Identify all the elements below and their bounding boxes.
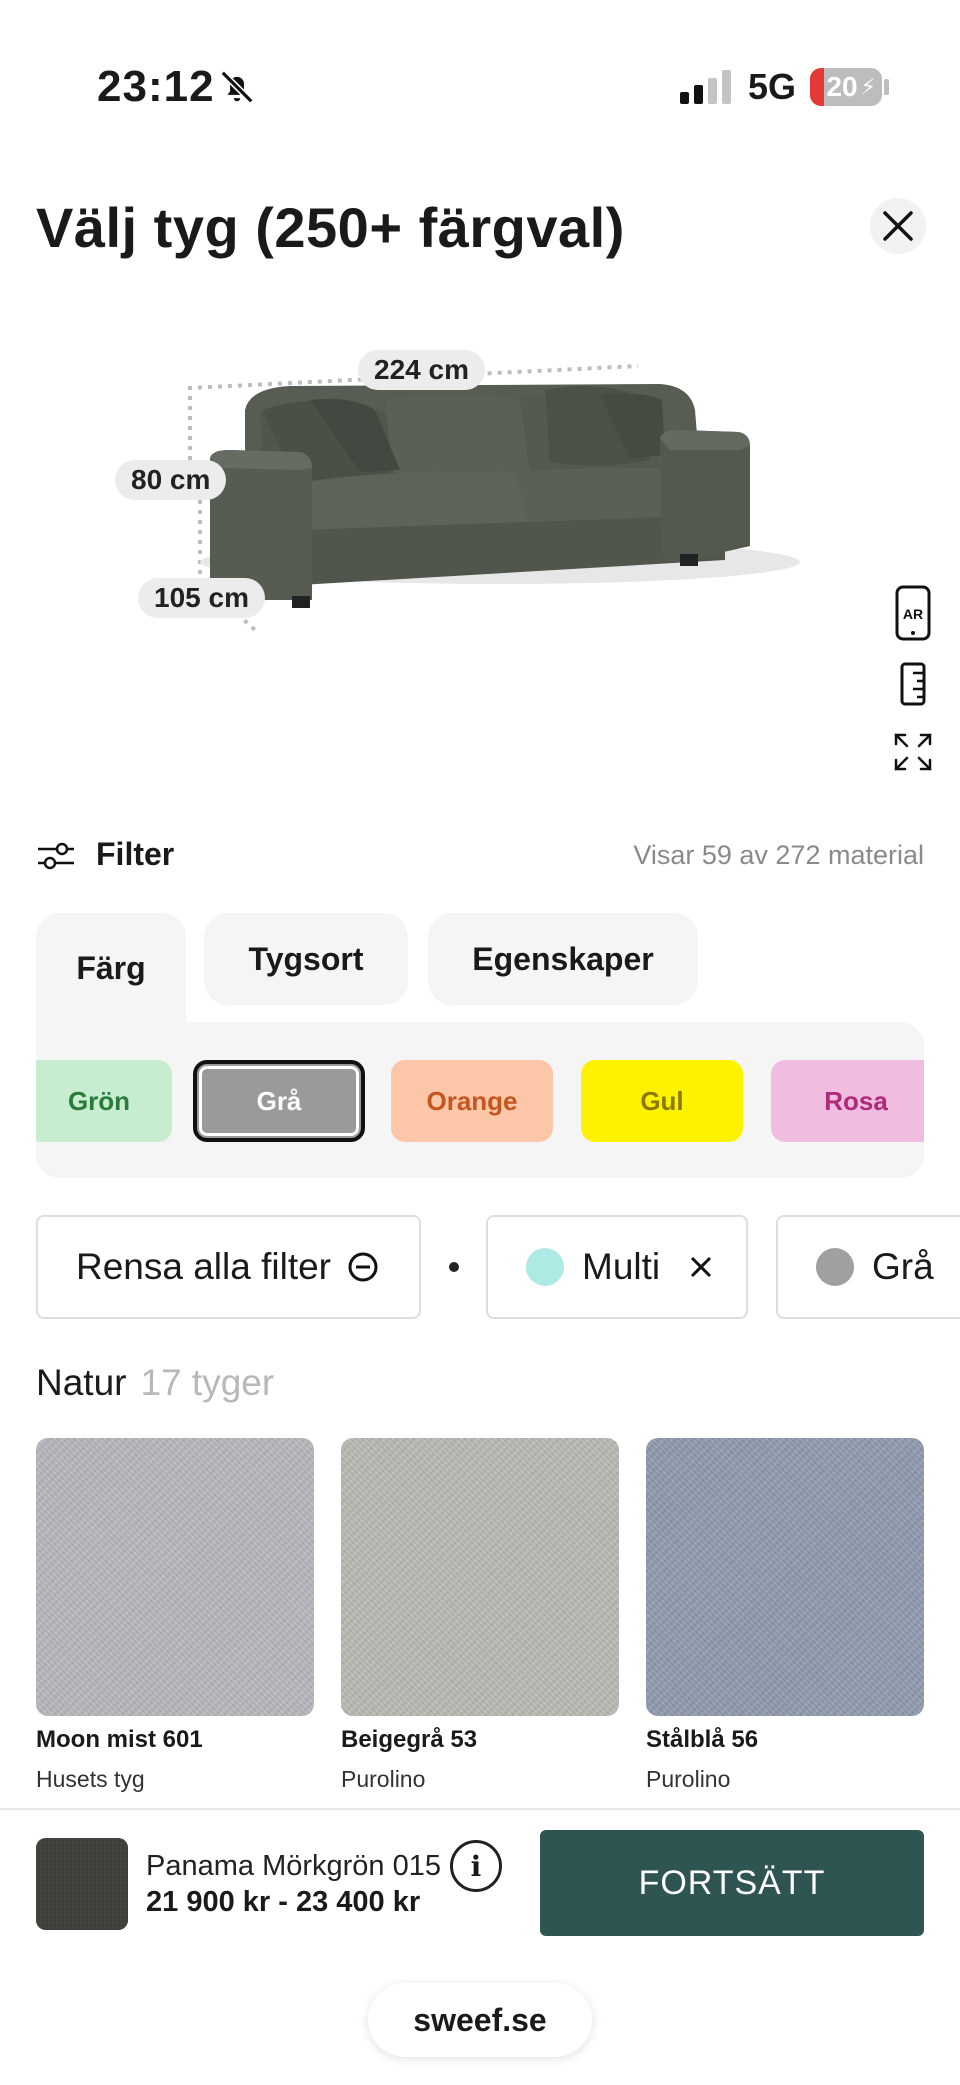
battery-charging-icon: 20 ⚡: [810, 68, 882, 106]
active-filter-gra[interactable]: Grå: [776, 1215, 960, 1319]
product-preview[interactable]: 224 cm 80 cm 105 cm: [0, 300, 960, 800]
color-chip-gron[interactable]: Grön: [36, 1060, 172, 1142]
measure-button[interactable]: [890, 656, 936, 712]
domain-label: sweef.se: [413, 2001, 547, 2038]
tab-egenskaper[interactable]: Egenskaper: [428, 913, 698, 1005]
sliders-icon: [38, 842, 74, 870]
clear-filters-label: Rensa alla filter: [76, 1246, 332, 1287]
fabric-swatch: [646, 1438, 924, 1716]
close-button[interactable]: [870, 198, 926, 254]
page-title: Välj tyg (250+ färgval): [36, 196, 625, 259]
color-dot: [526, 1248, 564, 1286]
minus-circle-icon: [348, 1252, 378, 1282]
close-icon: [883, 211, 913, 241]
fabric-swatch: [341, 1438, 619, 1716]
product-card[interactable]: Moon mist 601 Husets tyg: [36, 1438, 314, 1793]
tab-label: Färg: [76, 949, 146, 986]
selected-price: 21 900 kr - 23 400 kr: [146, 1886, 421, 1918]
color-chip-gul[interactable]: Gul: [581, 1060, 743, 1142]
filter-label: Filter: [96, 836, 175, 872]
color-chip-scroller[interactable]: Grön Grå Orange Gul Rosa: [36, 1022, 924, 1178]
filter-button[interactable]: Filter: [36, 830, 196, 880]
height-dimension: 80 cm: [115, 460, 227, 500]
status-time: 23:12: [97, 62, 215, 111]
selected-fabric-name: Panama Mörkgrön 015: [146, 1850, 441, 1882]
ar-phone-icon: AR: [895, 585, 931, 641]
filter-row: Filter Visar 59 av 272 material: [36, 830, 924, 880]
network-type: 5G: [748, 66, 797, 107]
close-icon[interactable]: [688, 1254, 714, 1280]
bolt-icon: ⚡: [860, 74, 876, 99]
continue-label: FORTSÄTT: [638, 1863, 826, 1902]
fabric-swatch: [36, 1438, 314, 1716]
tab-tygsort[interactable]: Tygsort: [204, 913, 408, 1005]
selected-fabric-thumbnail: [36, 1838, 128, 1930]
color-chip-rosa[interactable]: Rosa: [771, 1060, 924, 1142]
product-name: Beigegrå 53: [341, 1726, 478, 1753]
active-filter-label: Multi: [582, 1246, 661, 1287]
active-filter-label: Grå: [872, 1246, 934, 1287]
color-dot: [816, 1248, 854, 1286]
clear-filters-button[interactable]: Rensa alla filter: [36, 1215, 421, 1319]
bell-muted-icon: [220, 70, 254, 104]
chip-label: Orange: [426, 1085, 518, 1116]
ar-button[interactable]: AR: [890, 585, 936, 641]
active-filter-multi[interactable]: Multi: [486, 1215, 748, 1319]
color-chip-orange[interactable]: Orange: [391, 1060, 553, 1142]
section-heading: Natur 17 tyger: [36, 1362, 274, 1404]
result-count: Visar 59 av 272 material: [633, 840, 924, 870]
fullscreen-button[interactable]: [890, 724, 936, 780]
chip-label: Grön: [67, 1085, 131, 1116]
product-brand: Husets tyg: [36, 1766, 145, 1792]
tab-label: Egenskaper: [472, 940, 654, 977]
expand-icon: [894, 733, 932, 771]
color-filter-panel: Grön Grå Orange Gul Rosa: [36, 1022, 924, 1178]
section-count: 17 tyger: [140, 1362, 275, 1403]
info-label: i: [470, 1849, 482, 1883]
depth-dimension: 105 cm: [138, 578, 265, 618]
url-pill[interactable]: sweef.se: [368, 1983, 592, 2057]
product-brand: Purolino: [341, 1766, 426, 1792]
battery-cap: [884, 79, 889, 95]
product-name: Stålblå 56: [646, 1726, 759, 1753]
status-bar: 23:12 5G 20 ⚡: [0, 0, 960, 140]
bottom-bar: Panama Mörkgrön 015 21 900 kr - 23 400 k…: [0, 1808, 960, 2085]
signal-icon: [680, 70, 731, 104]
chip-label: Rosa: [824, 1085, 888, 1116]
separator-dot: [449, 1262, 459, 1272]
color-chip-gra[interactable]: Grå: [193, 1060, 365, 1142]
continue-button[interactable]: FORTSÄTT: [540, 1830, 924, 1936]
width-dimension: 224 cm: [358, 350, 485, 390]
product-name: Moon mist 601: [36, 1726, 203, 1753]
ruler-icon: [900, 662, 926, 706]
product-card[interactable]: Stålblå 56 Purolino: [646, 1438, 924, 1793]
info-icon[interactable]: i: [450, 1840, 502, 1892]
product-card[interactable]: Beigegrå 53 Purolino: [341, 1438, 619, 1793]
product-brand: Purolino: [646, 1766, 731, 1792]
chip-label: Gul: [640, 1085, 684, 1116]
section-title: Natur: [36, 1362, 127, 1403]
tab-label: Tygsort: [248, 940, 364, 977]
tab-farg[interactable]: Färg: [36, 913, 186, 1023]
svg-text:AR: AR: [903, 606, 923, 622]
chip-label: Grå: [256, 1085, 302, 1116]
